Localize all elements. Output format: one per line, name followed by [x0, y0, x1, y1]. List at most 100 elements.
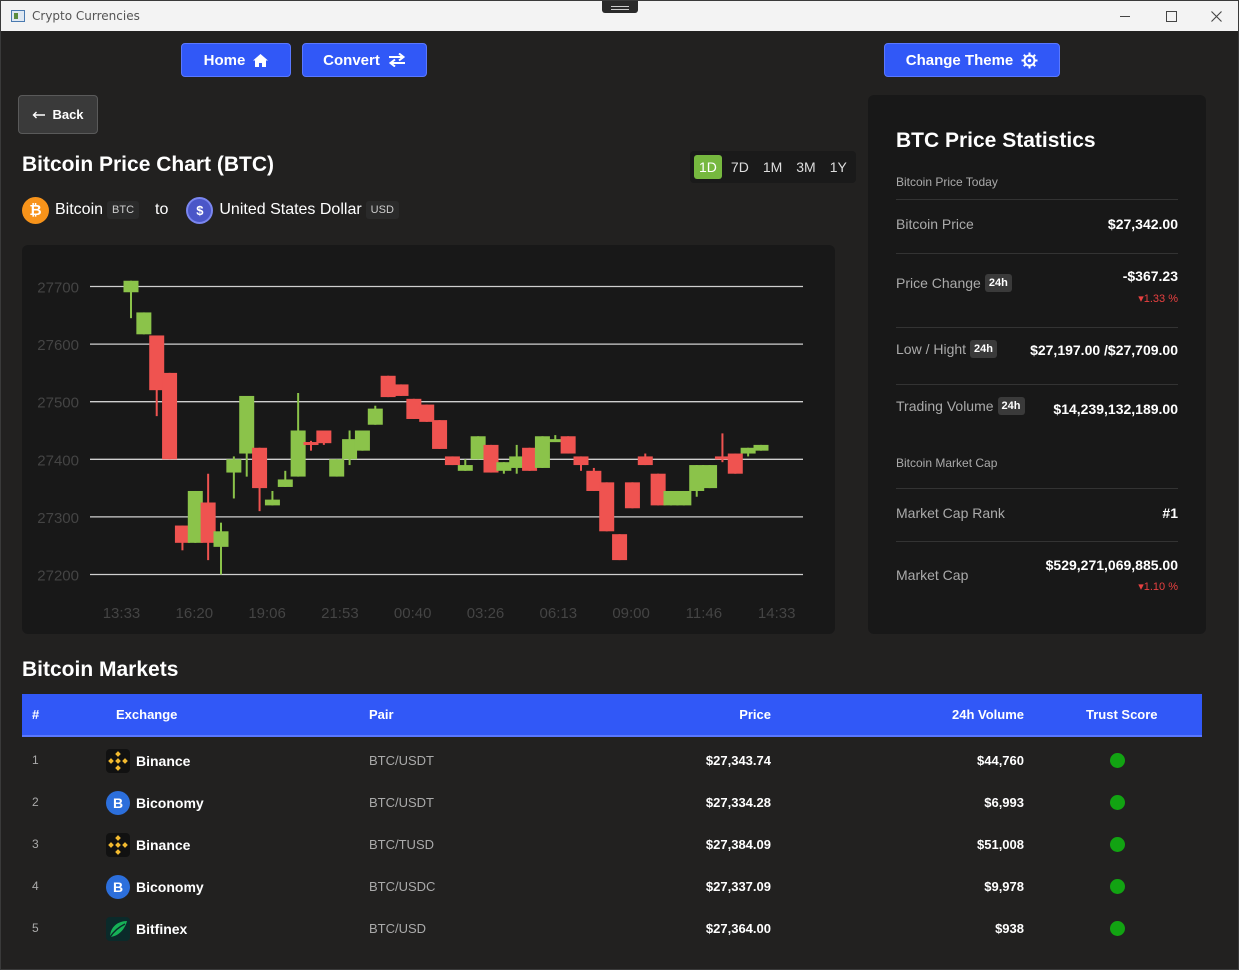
candle-body [753, 444, 769, 451]
stat-label-text: Price Change [896, 275, 981, 291]
x-tick-label: 00:40 [394, 605, 432, 622]
candle-body [432, 420, 448, 449]
convert-label: Convert [323, 51, 380, 69]
arrow-left-icon [32, 111, 46, 118]
y-tick-label: 27500 [37, 395, 79, 412]
table-row[interactable]: 3 Binance BTC/TUSD $27,384.09 $51,008 [22, 823, 1202, 865]
stat-value: -$367.23 [1122, 268, 1178, 284]
table-row[interactable]: 5 Bitfinex BTC/USD $27,364.00 $938 [22, 907, 1202, 949]
stat-change-pct: ▾1.33 % [1138, 292, 1178, 305]
col-pair: Pair [369, 707, 394, 722]
bitcoin-icon: ₿ [22, 196, 49, 224]
exchange-name: Biconomy [136, 879, 204, 895]
stat-label: Market Cap [896, 567, 969, 583]
period-tabs: 1D 7D 1M 3M 1Y [690, 151, 856, 183]
tab-3m[interactable]: 3M [791, 155, 820, 179]
row-price: $27,334.28 [705, 795, 771, 810]
candle-body [264, 499, 280, 506]
candle-body [573, 456, 589, 466]
candle-body [187, 490, 203, 543]
stat-value: $529,271,069,885.00 [1045, 557, 1178, 573]
stat-rank: Market Cap Rank #1 [896, 488, 1178, 541]
candle-body [303, 442, 319, 446]
row-pair: BTC/USDC [369, 879, 436, 894]
change-pct-text: 1.10 % [1143, 581, 1178, 593]
row-price: $27,364.00 [705, 921, 771, 936]
candle-body [406, 398, 422, 419]
change-theme-button[interactable]: Change Theme [884, 43, 1060, 77]
tab-7d[interactable]: 7D [726, 155, 754, 179]
candle-body [329, 459, 345, 477]
candle-body [727, 453, 743, 474]
tab-1d[interactable]: 1D [694, 155, 722, 179]
candle-body [290, 430, 306, 477]
trust-score-dot [1110, 795, 1125, 810]
x-tick-label: 21:53 [321, 605, 359, 622]
candle-body [342, 439, 358, 460]
maximize-button[interactable] [1148, 1, 1194, 31]
candle-body [470, 436, 486, 460]
row-volume: $44,760 [977, 753, 1024, 768]
to-currency-symbol: USD [365, 201, 399, 219]
table-row[interactable]: 1 Binance BTC/USDT $27,343.74 $44,760 [22, 739, 1202, 781]
y-tick-label: 27300 [37, 510, 79, 527]
biconomy-icon: B [106, 875, 130, 899]
col-exchange: Exchange [116, 707, 178, 722]
tab-1m[interactable]: 1M [758, 155, 787, 179]
x-tick-label: 16:20 [176, 605, 214, 622]
home-button[interactable]: Home [181, 43, 291, 77]
close-button[interactable] [1193, 1, 1239, 31]
tag-24h: 24h [984, 274, 1012, 292]
row-index: 3 [32, 837, 39, 851]
stat-value: $27,197.00 /$27,709.00 [1030, 342, 1178, 358]
home-label: Home [203, 51, 246, 69]
row-index: 2 [32, 795, 39, 809]
minimize-button[interactable] [1102, 1, 1148, 31]
snap-grip-icon[interactable] [602, 1, 638, 13]
gear-icon [1021, 52, 1038, 68]
candle-body [509, 456, 525, 468]
stat-label: Price Change 24h [896, 274, 1012, 292]
stats-title: BTC Price Statistics [896, 129, 1096, 152]
candle-body [277, 479, 293, 487]
candle-body [380, 375, 396, 398]
pair-connector: to [155, 201, 169, 218]
stat-market-cap-section: Bitcoin Market Cap [896, 444, 1178, 488]
stat-label: Market Cap Rank [896, 505, 1005, 521]
home-icon [253, 53, 269, 67]
convert-button[interactable]: Convert [302, 43, 427, 77]
candle-body [162, 372, 178, 460]
stat-bitcoin-price: Bitcoin Price $27,342.00 [896, 199, 1178, 253]
row-volume: $9,978 [984, 879, 1024, 894]
section-label: Bitcoin Market Cap [896, 456, 998, 470]
candle-body [367, 408, 383, 425]
exchange-name: Binance [136, 753, 191, 769]
candle-body [740, 447, 756, 454]
col-price: Price [739, 707, 771, 722]
table-row[interactable]: 4 B Biconomy BTC/USDC $27,337.09 $9,978 [22, 865, 1202, 907]
candle-body [586, 470, 602, 491]
candle-body [316, 430, 332, 444]
back-button[interactable]: Back [18, 95, 98, 134]
stat-change-pct: ▾1.10 % [1138, 580, 1178, 593]
tab-1y[interactable]: 1Y [825, 155, 852, 179]
row-price: $27,343.74 [705, 753, 771, 768]
candle-body [650, 473, 666, 506]
candle-body [702, 465, 718, 489]
candle-body [663, 490, 679, 506]
stat-label-text: Trading Volume [896, 398, 994, 414]
x-tick-label: 13:33 [103, 605, 141, 622]
candle-body [496, 462, 512, 471]
candle-body [239, 395, 255, 454]
to-currency-name: United States Dollar [219, 201, 362, 218]
col-volume: 24h Volume [951, 707, 1024, 722]
stat-value: $27,342.00 [1107, 216, 1178, 232]
col-index: # [32, 707, 40, 722]
x-tick-label: 09:00 [612, 605, 650, 622]
candle-body [419, 404, 435, 422]
exchange-name: Biconomy [136, 795, 204, 811]
stat-label-text: Low / Hight [896, 341, 967, 357]
x-tick-label: 03:26 [467, 605, 505, 622]
candle-body [393, 384, 409, 396]
table-row[interactable]: 2 B Biconomy BTC/USDT $27,334.28 $6,993 [22, 781, 1202, 823]
